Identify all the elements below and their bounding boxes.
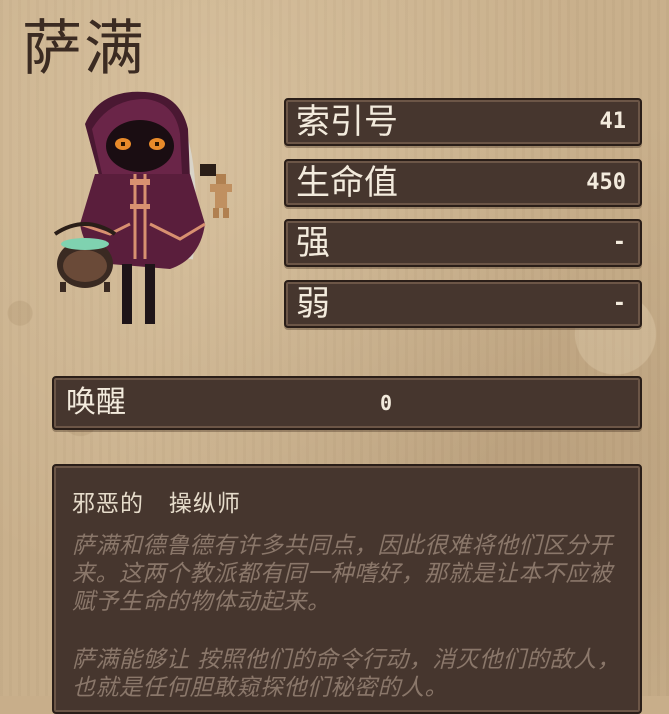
description-paragraph-2: 萨满能够让 按照他们的命令行动，消灭他们的敌人，也就是任何胆敢窥探他们秘密的人。 bbox=[72, 647, 621, 701]
stat-hp: 生命值 450 bbox=[284, 159, 642, 207]
stat-weak-label: 弱 bbox=[296, 284, 330, 324]
stat-strong-value: - bbox=[612, 230, 626, 255]
awaken-bar: 唤醒 0 bbox=[52, 376, 642, 430]
stat-index: 索引号 41 bbox=[284, 98, 642, 146]
character-name: 萨满 bbox=[22, 14, 146, 84]
stat-index-label: 索引号 bbox=[296, 102, 398, 142]
awaken-label: 唤醒 bbox=[66, 385, 126, 420]
stat-hp-label: 生命值 bbox=[296, 163, 398, 203]
description-panel[interactable]: 邪恶的 操纵师 萨满和德鲁德有许多共同点，因此很难将他们区分开来。这两个教派都有… bbox=[52, 464, 642, 714]
stat-strong-label: 强 bbox=[296, 223, 330, 263]
awaken-value: 0 bbox=[380, 391, 393, 415]
stat-weak-value: - bbox=[612, 291, 626, 316]
stat-hp-value: 450 bbox=[586, 170, 626, 195]
description-heading: 邪恶的 操纵师 bbox=[72, 491, 241, 517]
shaman-portrait-icon bbox=[53, 91, 232, 324]
stat-index-value: 41 bbox=[599, 109, 627, 134]
stat-weak: 弱 - bbox=[284, 280, 642, 328]
stat-strong: 强 - bbox=[284, 219, 642, 267]
description-paragraph-1: 萨满和德鲁德有许多共同点，因此很难将他们区分开来。这两个教派都有同一种嗜好，那就… bbox=[72, 533, 613, 615]
